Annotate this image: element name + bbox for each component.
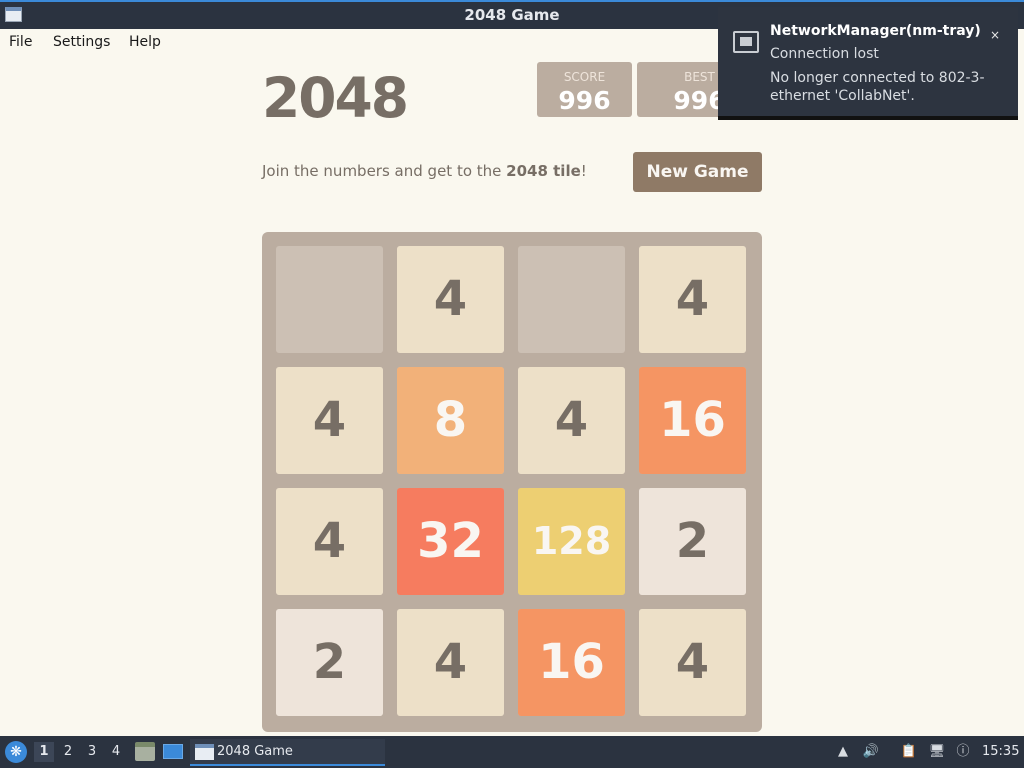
tile-2: 2 — [639, 488, 746, 595]
menu-help[interactable]: Help — [129, 34, 161, 50]
file-manager-icon[interactable] — [135, 742, 155, 761]
menu-settings[interactable]: Settings — [53, 34, 110, 50]
taskbar: ❋ 1 2 3 4 2048 Game ▲ 🔊 📋 🖥 ⓘ 15:35 — [0, 736, 1024, 768]
score-value: 996 — [558, 86, 611, 115]
tile-128: 128 — [518, 488, 625, 595]
intro-prefix: Join the numbers and get to the — [262, 162, 507, 180]
update-notifier-icon[interactable]: ⓘ — [954, 743, 972, 761]
notification-body: No longer connected to 802-3-ethernet 'C… — [770, 70, 985, 104]
score-box: SCORE 996 — [537, 62, 632, 117]
volume-icon[interactable]: 🔊 — [862, 743, 880, 761]
board-cell — [518, 246, 625, 353]
tile-4: 4 — [518, 367, 625, 474]
desktop-3[interactable]: 3 — [82, 742, 102, 762]
tile-4: 4 — [276, 488, 383, 595]
tile-4: 4 — [639, 246, 746, 353]
score-label: SCORE — [563, 70, 606, 84]
taskbar-task-2048[interactable]: 2048 Game — [190, 739, 385, 766]
notification-close-button[interactable]: × — [984, 24, 1006, 46]
network-tray-icon[interactable]: 🖥 — [928, 743, 946, 761]
tray-arrow-icon[interactable]: ▲ — [834, 743, 852, 761]
notification-popup[interactable]: NetworkManager(nm-tray) Connection lost … — [718, 7, 1018, 120]
notification-summary: Connection lost — [770, 46, 879, 62]
board-cell — [276, 246, 383, 353]
new-game-button[interactable]: New Game — [633, 152, 762, 192]
tile-4: 4 — [639, 609, 746, 716]
tile-32: 32 — [397, 488, 504, 595]
tile-4: 4 — [397, 246, 504, 353]
tile-2: 2 — [276, 609, 383, 716]
clock[interactable]: 15:35 — [982, 744, 1019, 759]
intro-text: Join the numbers and get to the 2048 til… — [262, 162, 587, 180]
desktop-2[interactable]: 2 — [58, 742, 78, 762]
notification-app-name: NetworkManager(nm-tray) — [770, 23, 981, 39]
tile-16: 16 — [639, 367, 746, 474]
tile-16: 16 — [518, 609, 625, 716]
desktop-4[interactable]: 4 — [106, 742, 126, 762]
tile-4: 4 — [276, 367, 383, 474]
task-window-icon — [195, 744, 214, 760]
clipboard-icon[interactable]: 📋 — [900, 743, 918, 761]
menu-file[interactable]: File — [9, 34, 32, 50]
network-wired-icon — [733, 31, 759, 53]
desktop-1[interactable]: 1 — [34, 742, 54, 762]
game-board[interactable]: 4 4 4 8 4 16 4 32 128 2 2 4 16 4 — [262, 232, 762, 732]
show-desktop-icon[interactable] — [163, 744, 183, 759]
intro-bold: 2048 tile — [506, 162, 581, 180]
game-title: 2048 — [262, 66, 409, 130]
tile-4: 4 — [397, 609, 504, 716]
start-menu-icon[interactable]: ❋ — [5, 741, 27, 763]
task-label: 2048 Game — [217, 744, 293, 759]
intro-suffix: ! — [580, 162, 587, 180]
tile-8: 8 — [397, 367, 504, 474]
